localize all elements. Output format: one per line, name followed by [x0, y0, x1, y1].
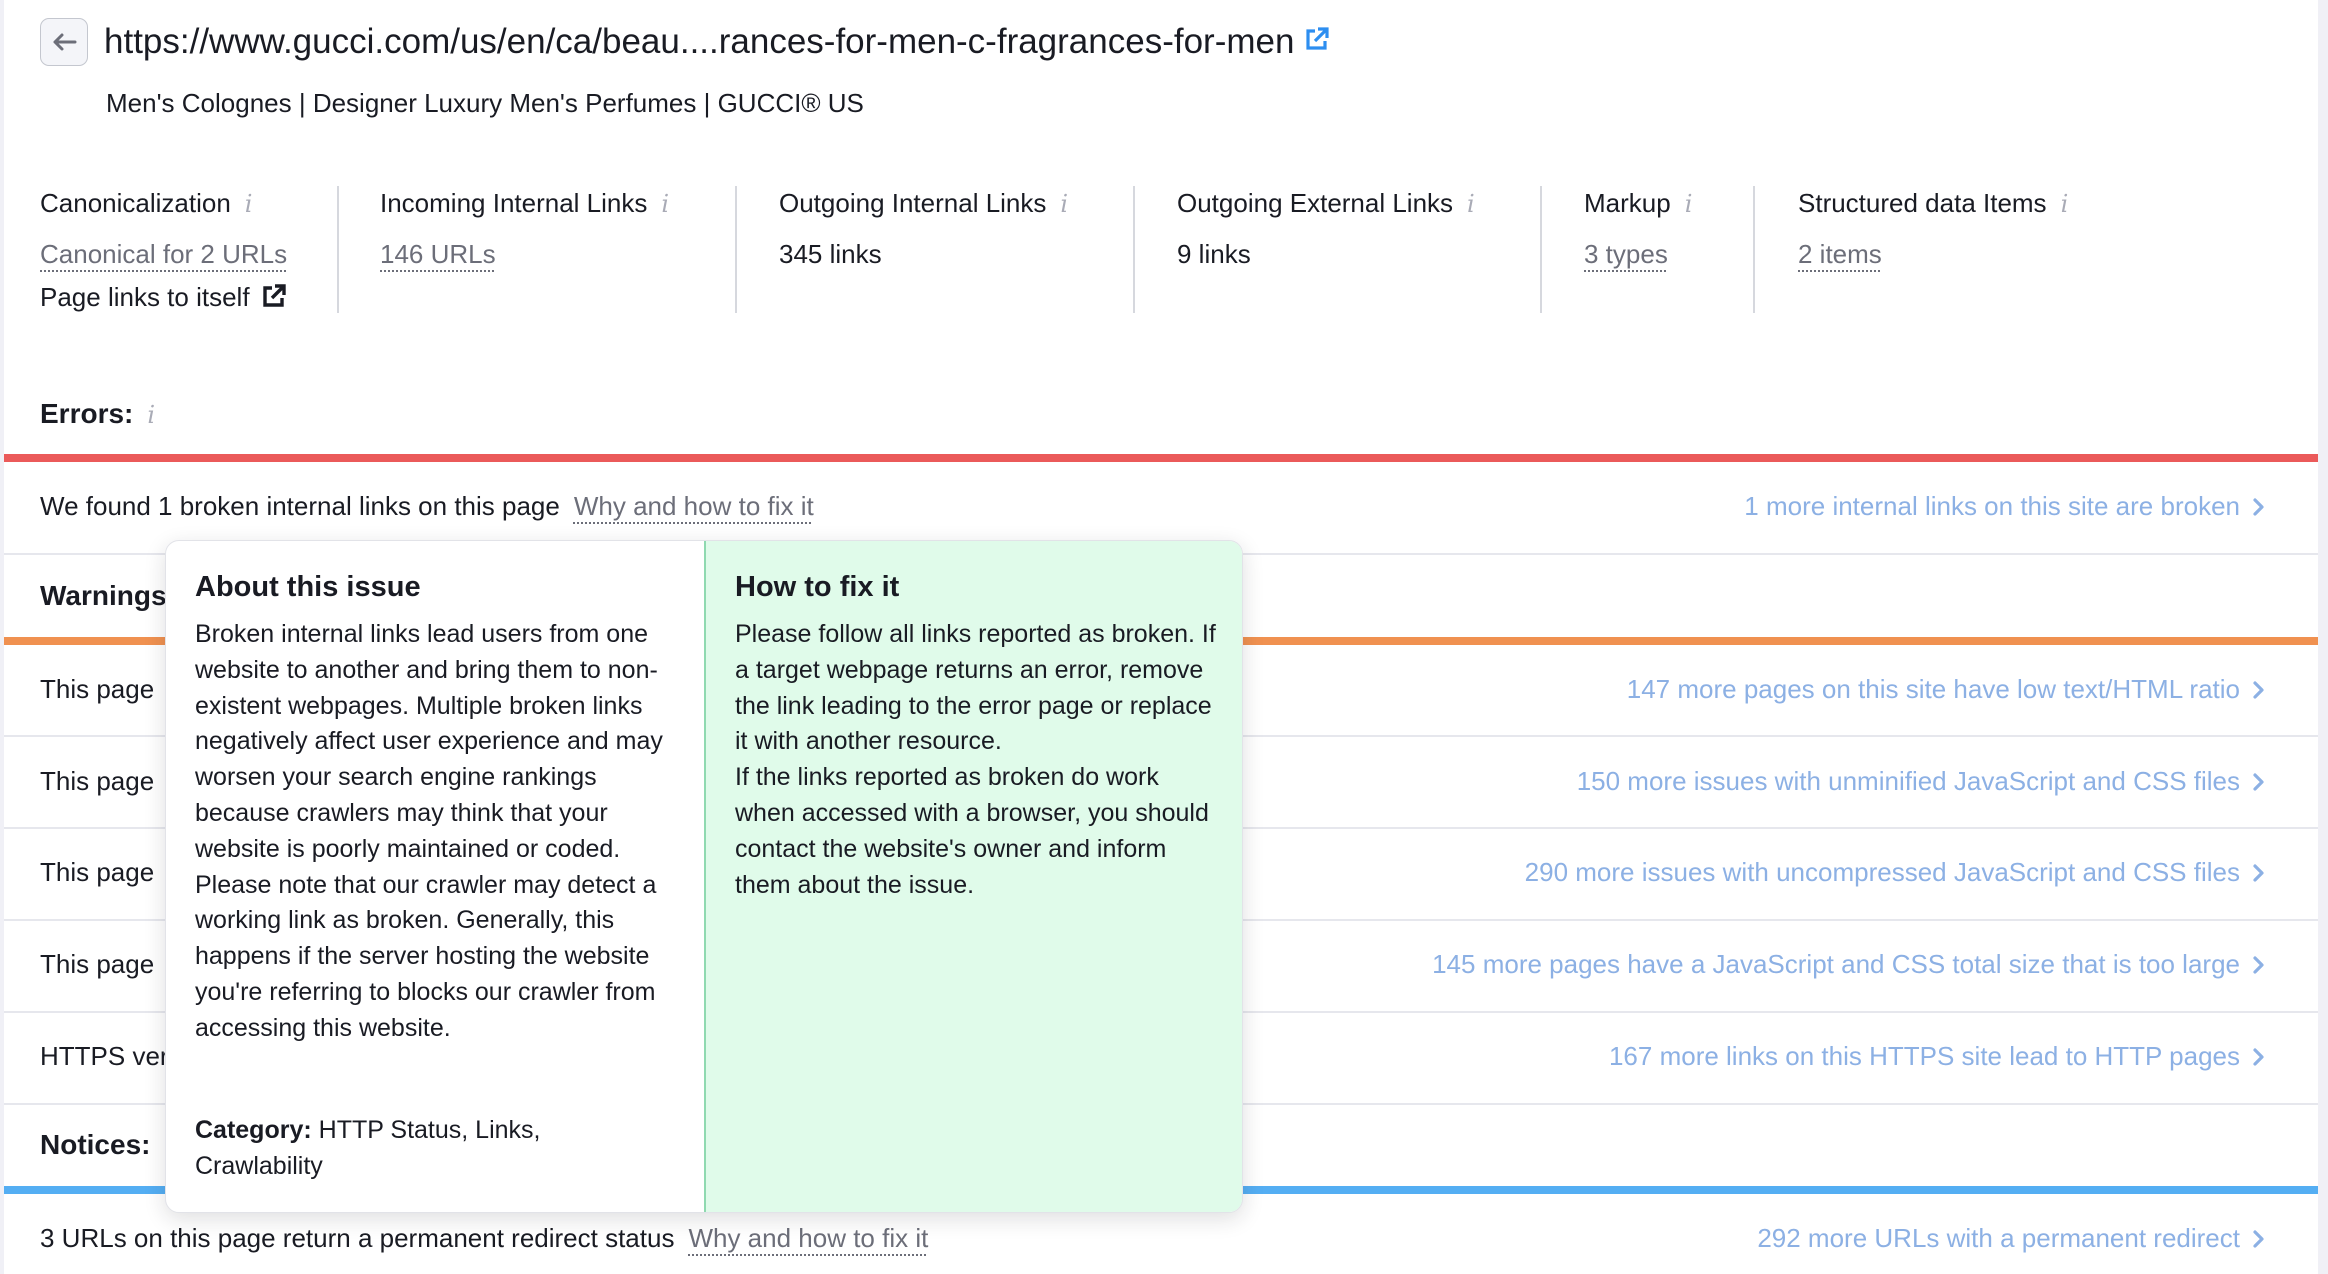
chevron-right-icon[interactable]: [2252, 497, 2266, 517]
about-issue-paragraph: Please note that our crawler may detect …: [195, 870, 657, 1042]
errors-severity-bar: [4, 454, 2318, 462]
how-to-fix-paragraph: If the links reported as broken do work …: [735, 763, 1209, 899]
info-icon[interactable]: i: [147, 397, 155, 433]
issue-category: Category: HTTP Status, Links, Crawlabili…: [195, 1113, 665, 1185]
how-to-fix-heading: How to fix it: [735, 571, 900, 603]
issue-info-popup: About this issue Broken internal links l…: [165, 540, 1243, 1213]
info-icon[interactable]: i: [2061, 187, 2069, 221]
about-this-issue-panel: About this issue Broken internal links l…: [166, 541, 704, 1212]
about-issue-paragraph: Broken internal links lead users from on…: [195, 620, 663, 863]
metric-outgoing-internal-links: Outgoing Internal Links i 345 links: [779, 186, 1068, 271]
metric-incoming-internal-links: Incoming Internal Links i 146 URLs: [380, 186, 669, 271]
warning-row-text: This page: [40, 766, 155, 796]
category-label: Category:: [195, 1116, 312, 1144]
info-icon[interactable]: i: [1685, 187, 1693, 221]
more-issues-link[interactable]: 1 more internal links on this site are b…: [1744, 489, 2240, 523]
errors-section-title: Errors: i: [40, 396, 155, 433]
chevron-right-icon[interactable]: [2252, 772, 2266, 792]
metric-value-link[interactable]: Canonical for 2 URLs: [40, 237, 287, 271]
info-icon[interactable]: i: [1060, 187, 1068, 221]
more-issues-link[interactable]: 145 more pages have a JavaScript and CSS…: [1432, 947, 2240, 981]
notices-section-title: Notices:: [40, 1129, 151, 1160]
more-issues-link[interactable]: 167 more links on this HTTPS site lead t…: [1609, 1039, 2240, 1073]
metric-divider: [1133, 186, 1135, 313]
metric-value-link[interactable]: 146 URLs: [380, 237, 669, 271]
warning-row-text: This page: [40, 857, 155, 887]
metric-divider: [337, 186, 339, 313]
about-issue-heading: About this issue: [195, 571, 421, 603]
metric-value-link[interactable]: 2 items: [1798, 237, 2068, 271]
metric-label: Canonicalization i: [40, 186, 287, 221]
arrow-left-icon: [53, 33, 77, 51]
warning-row-text: This page: [40, 949, 155, 979]
page-url: https://www.gucci.com/us/en/ca/beau....r…: [104, 18, 1330, 66]
metric-canonicalization: Canonicalization i Canonical for 2 URLs P…: [40, 186, 287, 314]
metric-value: 345 links: [779, 239, 882, 269]
metric-label: Outgoing External Links i: [1177, 186, 1475, 221]
metric-label: Incoming Internal Links i: [380, 186, 669, 221]
info-icon[interactable]: i: [1467, 187, 1475, 221]
about-issue-body: Broken internal links lead users from on…: [195, 617, 695, 1047]
metric-value-link[interactable]: 3 types: [1584, 237, 1692, 271]
more-issues-link[interactable]: 292 more URLs with a permanent redirect: [1757, 1221, 2240, 1255]
metric-markup: Markup i 3 types: [1584, 186, 1692, 271]
more-issues-link[interactable]: 147 more pages on this site have low tex…: [1627, 672, 2240, 706]
more-issues-link[interactable]: 290 more issues with uncompressed JavaSc…: [1525, 855, 2240, 889]
chevron-right-icon[interactable]: [2252, 863, 2266, 883]
notice-row-text: 3 URLs on this page return a permanent r…: [40, 1223, 929, 1253]
back-button[interactable]: [40, 18, 88, 66]
chevron-right-icon[interactable]: [2252, 1047, 2266, 1067]
metric-divider: [1540, 186, 1542, 313]
metric-divider: [1753, 186, 1755, 313]
info-icon[interactable]: i: [661, 187, 669, 221]
chevron-right-icon[interactable]: [2252, 1229, 2266, 1249]
metric-outgoing-external-links: Outgoing External Links i 9 links: [1177, 186, 1475, 271]
metric-label: Markup i: [1584, 186, 1692, 221]
why-and-how-to-fix-link[interactable]: Why and how to fix it: [574, 491, 814, 521]
error-row-text: We found 1 broken internal links on this…: [40, 491, 814, 521]
page-title: Men's Colognes | Designer Luxury Men's P…: [106, 88, 864, 118]
metric-divider: [735, 186, 737, 313]
more-issues-link[interactable]: 150 more issues with unminified JavaScri…: [1577, 764, 2240, 798]
why-and-how-to-fix-link[interactable]: Why and how to fix it: [688, 1223, 928, 1253]
page-links-to-itself-link[interactable]: Page links to itself: [40, 280, 287, 314]
external-link-icon[interactable]: [1304, 17, 1330, 65]
warning-row-text: This page: [40, 674, 155, 704]
metric-structured-data-items: Structured data Items i 2 items: [1798, 186, 2068, 271]
external-link-icon: [263, 284, 286, 307]
chevron-right-icon[interactable]: [2252, 680, 2266, 700]
metric-label: Structured data Items i: [1798, 186, 2068, 221]
info-icon[interactable]: i: [245, 187, 253, 221]
metric-label: Outgoing Internal Links i: [779, 186, 1068, 221]
warning-row-text: HTTPS ver: [40, 1041, 169, 1071]
how-to-fix-body: Please follow all links reported as brok…: [735, 617, 1225, 903]
warnings-section-title: Warnings:: [40, 580, 176, 611]
metric-value: 9 links: [1177, 239, 1251, 269]
how-to-fix-panel: How to fix it Please follow all links re…: [704, 541, 1242, 1212]
page-url-text: https://www.gucci.com/us/en/ca/beau....r…: [104, 22, 1295, 61]
chevron-right-icon[interactable]: [2252, 955, 2266, 975]
how-to-fix-paragraph: Please follow all links reported as brok…: [735, 620, 1216, 756]
